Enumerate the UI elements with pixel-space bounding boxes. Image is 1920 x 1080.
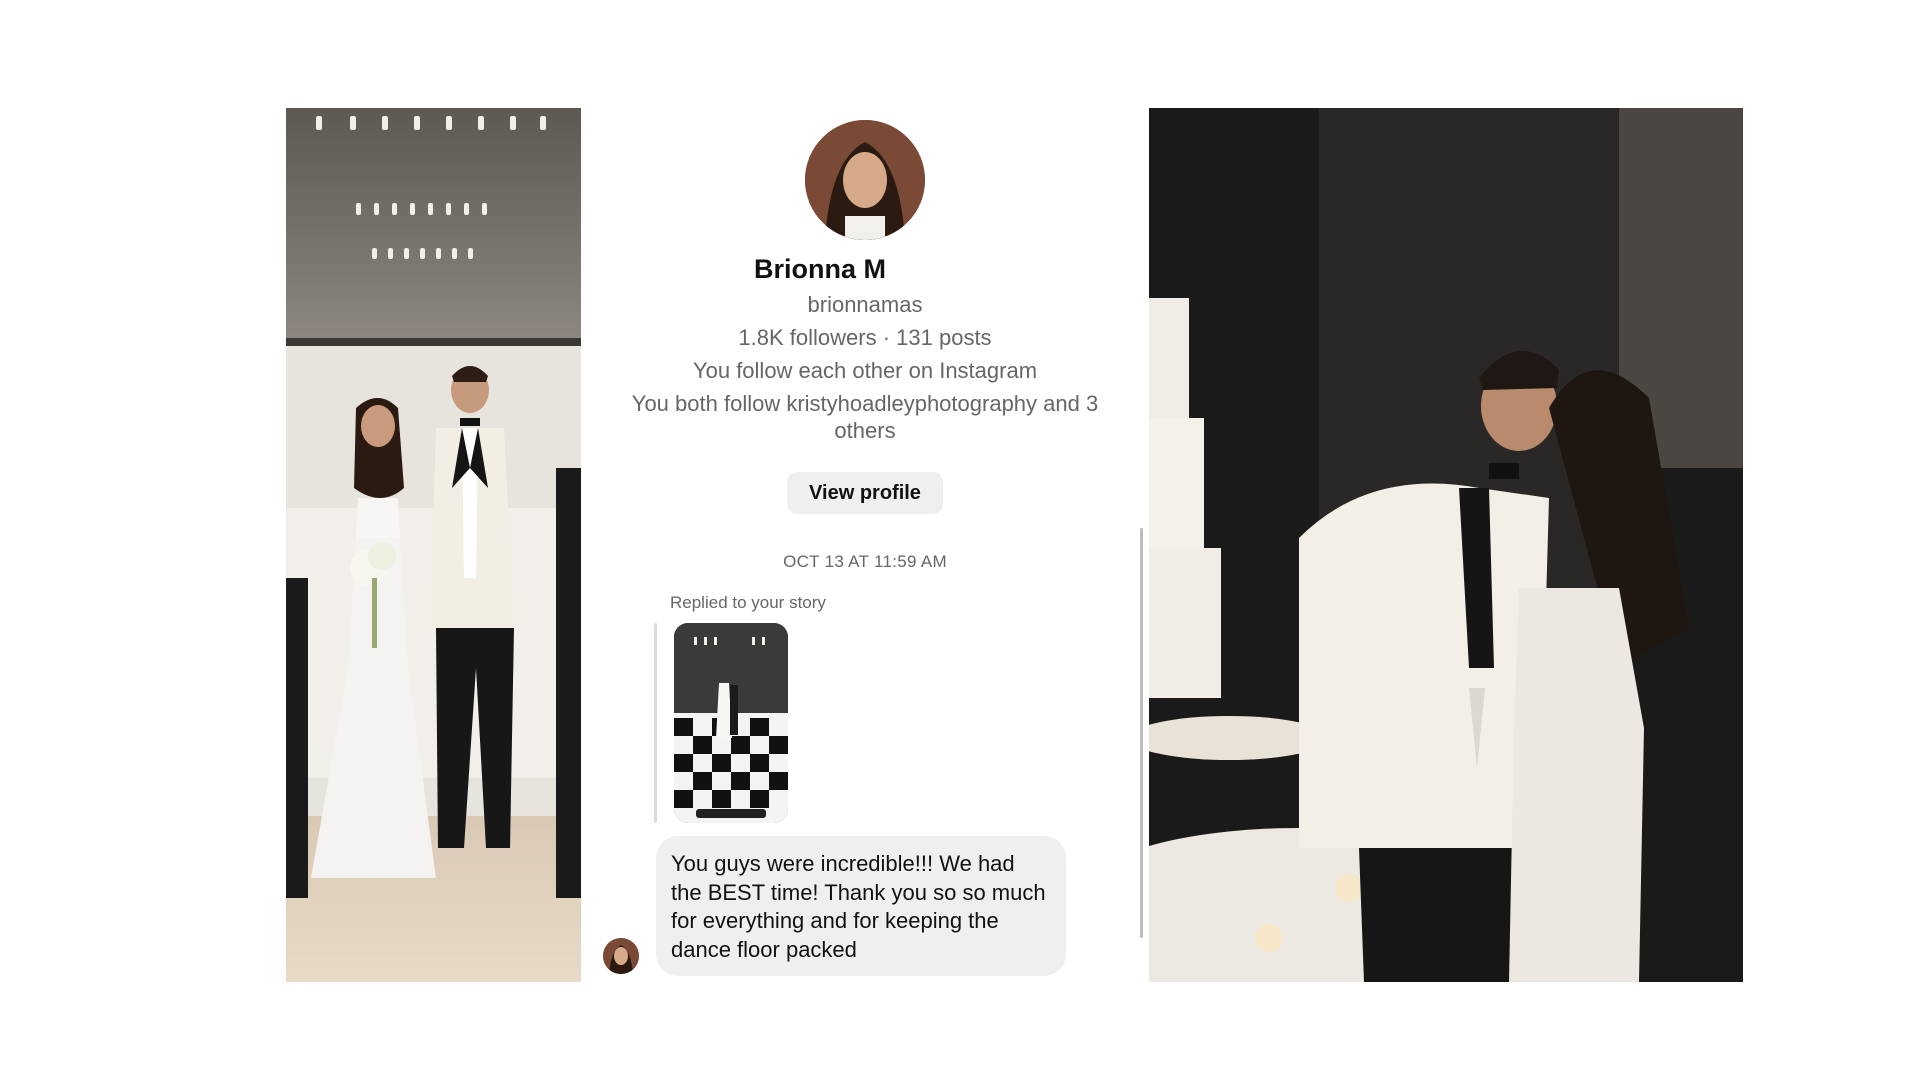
- profile-avatar[interactable]: [805, 120, 925, 240]
- message-bubble: You guys were incredible!!! We had the B…: [656, 836, 1066, 976]
- sender-avatar[interactable]: [603, 938, 639, 974]
- reply-indicator-bar: [654, 623, 657, 823]
- right-wedding-photo: [1149, 108, 1743, 982]
- story-thumbnail-image: [674, 623, 788, 823]
- message-timestamp: OCT 13 AT 11:59 AM: [783, 552, 947, 571]
- mutual-follow-status: You follow each other on Instagram: [692, 358, 1038, 383]
- profile-avatar-image: [805, 120, 925, 240]
- profile-stats: 1.8K followers · 131 posts: [738, 325, 992, 350]
- profile-handle: brionnamas: [807, 292, 923, 317]
- story-thumbnail[interactable]: [674, 623, 788, 823]
- couple-portrait-illustration: [286, 108, 581, 982]
- direct-message-thread: Brionna M brionnamas 1.8K followers · 13…: [590, 108, 1140, 988]
- sender-avatar-image: [603, 938, 639, 974]
- view-profile-button[interactable]: View profile: [787, 472, 943, 514]
- profile-name: Brionna M: [754, 254, 886, 284]
- thread-scrollbar[interactable]: [1140, 528, 1143, 938]
- replied-to-story-label: Replied to your story: [670, 593, 826, 612]
- couple-kiss-illustration: [1149, 108, 1743, 982]
- left-wedding-photo: [286, 108, 581, 982]
- mutual-follows: You both follow kristyhoadleyphotography…: [631, 391, 1099, 443]
